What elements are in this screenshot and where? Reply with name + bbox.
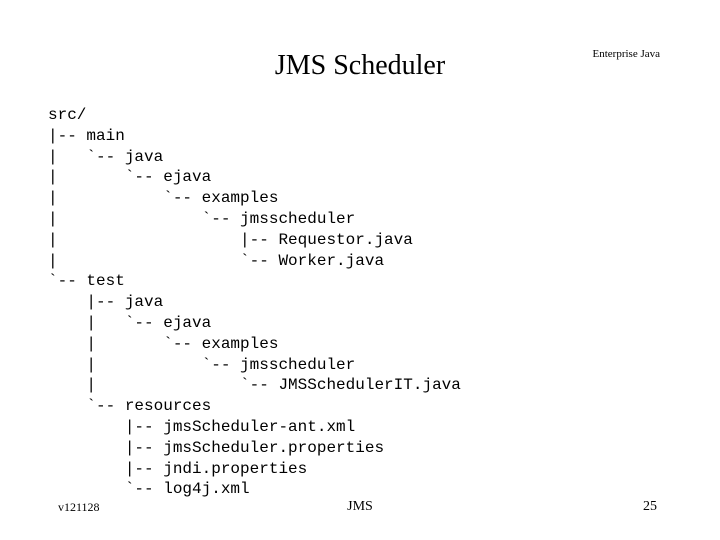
header-subtitle: Enterprise Java <box>593 48 661 60</box>
footer-version: v121128 <box>58 500 100 515</box>
directory-tree: src/ |-- main | `-- java | `-- ejava | `… <box>48 105 461 500</box>
footer-page-number: 25 <box>643 499 657 515</box>
page-title: JMS Scheduler <box>275 50 445 82</box>
footer-label: JMS <box>347 499 373 515</box>
